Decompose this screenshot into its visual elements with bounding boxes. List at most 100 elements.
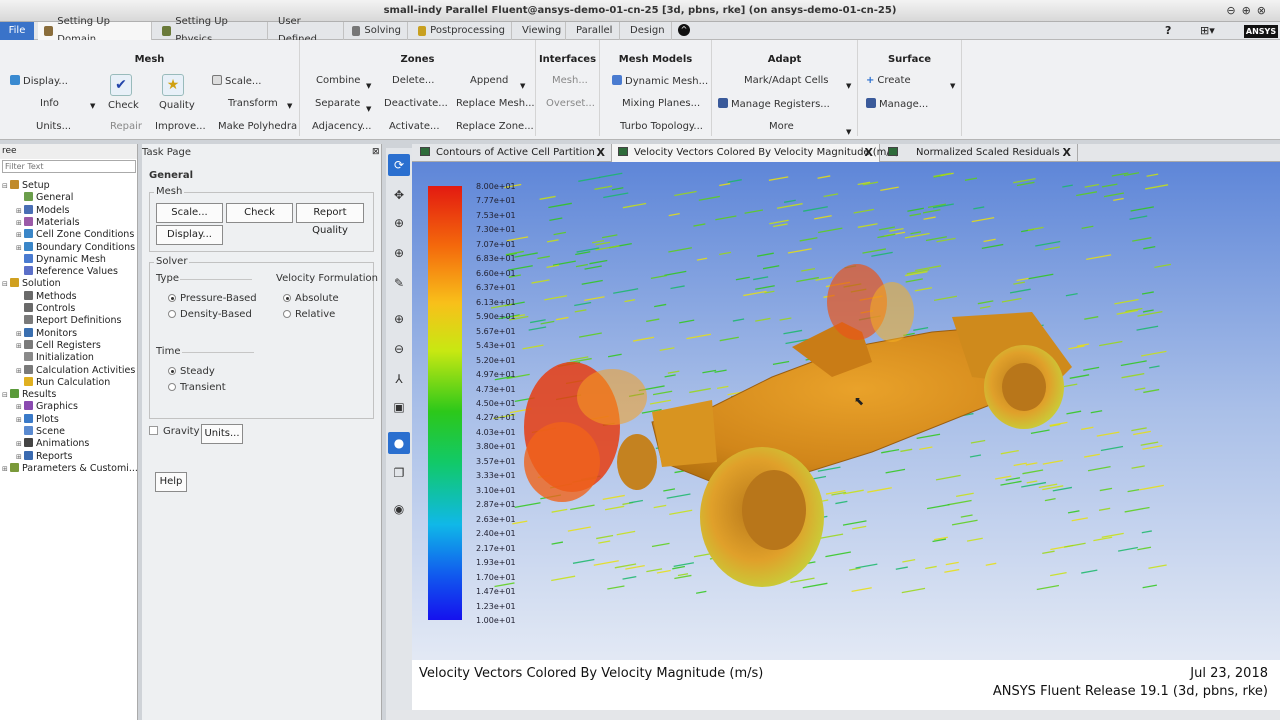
mesh-transform-button[interactable]: Transform: [228, 98, 278, 109]
zones-delete-button[interactable]: Delete...: [392, 75, 434, 86]
close-tab-icon[interactable]: X: [1063, 144, 1071, 162]
zones-deactivate-button[interactable]: Deactivate...: [384, 98, 448, 109]
check-icon[interactable]: ✔: [110, 74, 132, 96]
turbo-topology-button[interactable]: Turbo Topology...: [620, 121, 703, 132]
gravity-checkbox[interactable]: Gravity: [149, 426, 200, 437]
zoom-in-icon[interactable]: ⊕: [388, 308, 410, 330]
zones-activate-button[interactable]: Activate...: [389, 121, 440, 132]
steady-radio[interactable]: Steady: [168, 366, 215, 377]
chevron-down-icon[interactable]: ▼: [846, 128, 851, 136]
tree-item[interactable]: Report Definitions: [16, 315, 121, 327]
close-icon[interactable]: ⊗: [1257, 4, 1272, 17]
tree-item[interactable]: General: [16, 192, 73, 204]
expand-icon[interactable]: ⊟: [2, 278, 10, 290]
tree-item[interactable]: ⊟ Solution: [2, 278, 61, 290]
probe-icon[interactable]: ✎: [388, 272, 410, 294]
tab-postprocessing[interactable]: Postprocessing: [412, 22, 512, 40]
tab-design[interactable]: Design: [624, 22, 672, 40]
mesh-repair-button[interactable]: Repair: [110, 121, 142, 132]
tree-item[interactable]: Methods: [16, 290, 77, 303]
pressure-based-radio[interactable]: Pressure-Based: [168, 293, 257, 304]
tree-item[interactable]: ⊞ Materials: [16, 216, 80, 229]
rotate-icon[interactable]: ⟳: [388, 154, 410, 176]
display-button[interactable]: Display...: [156, 225, 223, 245]
mesh-units-button[interactable]: Units...: [36, 121, 71, 132]
expand-icon[interactable]: ⊞: [16, 365, 24, 377]
help-icon[interactable]: ?: [1165, 24, 1171, 37]
tab-user-defined[interactable]: User Defined: [272, 16, 344, 45]
tab-residuals[interactable]: Normalized Scaled Residuals X: [882, 144, 1078, 162]
mesh-display-button[interactable]: Display...: [10, 75, 68, 87]
absolute-radio[interactable]: Absolute: [283, 293, 339, 304]
chevron-down-icon[interactable]: ▼: [950, 82, 955, 90]
dynamic-mesh-button[interactable]: Dynamic Mesh...: [612, 75, 708, 87]
expand-icon[interactable]: ⊞: [16, 328, 24, 340]
tab-parallel[interactable]: Parallel: [570, 22, 620, 40]
tab-setting-up-domain[interactable]: Setting Up Domain: [38, 16, 152, 45]
tree-item[interactable]: ⊞ Parameters & Customi...: [2, 462, 138, 475]
close-task-page-icon[interactable]: ⊠: [372, 147, 380, 157]
zones-adjacency-button[interactable]: Adjacency...: [312, 121, 371, 132]
mesh-info-button[interactable]: Info: [40, 98, 59, 109]
tree-item[interactable]: ⊞ Monitors: [16, 327, 77, 340]
chevron-down-icon[interactable]: ▼: [846, 82, 851, 90]
relative-radio[interactable]: Relative: [283, 309, 335, 320]
camera-icon[interactable]: ◉: [388, 498, 410, 520]
chevron-down-icon[interactable]: ▼: [366, 105, 371, 113]
tree-item[interactable]: Controls: [16, 303, 75, 315]
transient-radio[interactable]: Transient: [168, 382, 226, 393]
layout-icon[interactable]: ⊞▾: [1200, 24, 1215, 37]
expand-icon[interactable]: ⊞: [2, 463, 10, 475]
expand-icon[interactable]: ⊞: [16, 414, 24, 426]
expand-icon[interactable]: ⊞: [16, 438, 24, 450]
tab-velocity-vectors[interactable]: Velocity Vectors Colored By Velocity Mag…: [612, 144, 899, 162]
close-tab-icon[interactable]: X: [597, 144, 605, 162]
tree-item[interactable]: ⊞ Cell Registers: [16, 339, 101, 352]
expand-icon[interactable]: ⊞: [16, 229, 24, 241]
graphics-viewport[interactable]: 8.00e+01 7.77e+01 7.53e+01 7.30e+01 7.07e+01…: [412, 162, 1280, 710]
mixing-planes-button[interactable]: Mixing Planes...: [622, 98, 700, 109]
tree-filter-input[interactable]: [2, 160, 136, 173]
zoom-icon[interactable]: ⊕: [388, 212, 410, 234]
surface-manage-button[interactable]: Manage...: [866, 98, 928, 110]
minimize-icon[interactable]: ⊖: [1226, 4, 1241, 17]
tree-item[interactable]: ⊞ Plots: [16, 413, 59, 426]
make-polyhedra-button[interactable]: Make Polyhedra: [218, 121, 297, 132]
chevron-down-icon[interactable]: ▼: [520, 82, 525, 90]
copy-view-icon[interactable]: ❐: [388, 462, 410, 484]
tree-item[interactable]: Run Calculation: [16, 376, 110, 389]
maximize-icon[interactable]: ⊕: [1242, 4, 1257, 17]
zones-append-button[interactable]: Append: [470, 75, 508, 86]
expand-icon[interactable]: ⊞: [16, 217, 24, 229]
density-based-radio[interactable]: Density-Based: [168, 309, 252, 320]
chevron-down-icon[interactable]: ▼: [366, 82, 371, 90]
quality-icon[interactable]: ★: [162, 74, 184, 96]
help-button[interactable]: Help: [155, 472, 187, 492]
interfaces-overset-button[interactable]: Overset...: [546, 98, 595, 109]
manage-registers-button[interactable]: Manage Registers...: [718, 98, 830, 110]
expand-icon[interactable]: ⊞: [16, 340, 24, 352]
mesh-quality-button[interactable]: Quality: [159, 100, 195, 111]
tree-item[interactable]: Scene: [16, 426, 65, 438]
fit-icon[interactable]: ▣: [388, 396, 410, 418]
tree-item[interactable]: ⊞ Models: [16, 204, 69, 217]
tree-item[interactable]: Reference Values: [16, 266, 118, 278]
scale-button[interactable]: Scale...: [156, 203, 223, 223]
expand-icon[interactable]: ⊞: [16, 401, 24, 413]
tree-item[interactable]: Initialization: [16, 352, 94, 364]
zoom-box-icon[interactable]: ⊕: [388, 242, 410, 264]
tab-viewing[interactable]: Viewing: [516, 22, 566, 40]
expand-icon[interactable]: ⊞: [16, 205, 24, 217]
tree-item[interactable]: ⊟ Setup: [2, 180, 50, 192]
mark-adapt-cells-button[interactable]: Mark/Adapt Cells: [744, 75, 829, 86]
tree-item[interactable]: ⊞ Reports: [16, 450, 72, 463]
adapt-more-button[interactable]: More: [769, 121, 794, 132]
expand-icon[interactable]: ⊞: [16, 451, 24, 463]
tab-contours-partition[interactable]: Contours of Active Cell Partition X: [414, 144, 612, 162]
zones-separate-button[interactable]: Separate: [315, 98, 360, 109]
tree-item[interactable]: ⊞ Cell Zone Conditions: [16, 229, 134, 241]
close-tab-icon[interactable]: X: [865, 144, 873, 162]
tree-item[interactable]: ⊞ Animations: [16, 438, 89, 450]
report-quality-button[interactable]: Report Quality: [296, 203, 364, 236]
surface-create-button[interactable]: + Create: [866, 75, 911, 86]
